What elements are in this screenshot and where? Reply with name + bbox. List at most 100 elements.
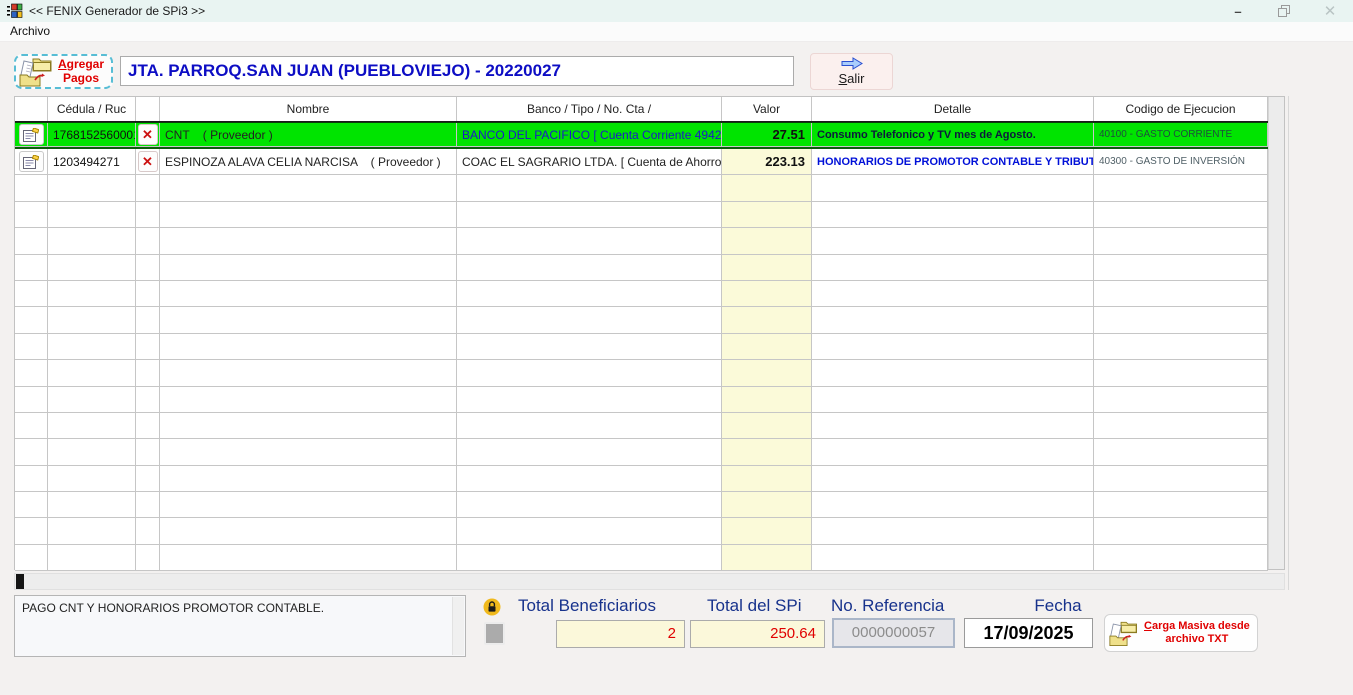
maximize-button[interactable] — [1261, 0, 1307, 22]
valor-cell — [722, 545, 812, 571]
delete-row-button[interactable]: ✕ — [138, 151, 158, 172]
detalle-cell — [812, 175, 1094, 201]
valor-cell — [722, 492, 812, 518]
detalle-cell — [812, 466, 1094, 492]
cedula-cell — [48, 228, 136, 254]
banco-cell: BANCO DEL PACIFICO [ Cuenta Corriente 49… — [457, 123, 722, 147]
header-banco: Banco / Tipo / No. Cta / — [457, 97, 722, 121]
nombre-cell — [160, 545, 457, 571]
cedula-cell — [48, 281, 136, 307]
app-icon — [7, 3, 23, 19]
cedula-cell — [48, 439, 136, 465]
nombre-cell — [160, 439, 457, 465]
detalle-cell: Consumo Telefonico y TV mes de Agosto. — [812, 123, 1094, 147]
banco-cell — [457, 175, 722, 201]
empty-row[interactable] — [15, 413, 1268, 439]
referencia-field: 0000000057 — [832, 618, 955, 648]
nombre-cell — [160, 255, 457, 281]
empty-row[interactable] — [15, 387, 1268, 413]
cedula-cell — [48, 387, 136, 413]
edit-row-button[interactable] — [19, 151, 44, 172]
header-codigo: Codigo de Ejecucion — [1094, 97, 1268, 121]
carga-masiva-button[interactable]: Carga Masiva desde archivo TXT — [1104, 614, 1258, 652]
codigo-cell — [1094, 466, 1268, 492]
codigo-cell — [1094, 228, 1268, 254]
cedula-cell: 1768152560001 — [48, 123, 136, 147]
nombre-cell — [160, 307, 457, 333]
menu-archivo[interactable]: Archivo — [0, 22, 60, 40]
carga-masiva-label: Carga Masiva desde archivo TXT — [1144, 620, 1250, 646]
valor-cell — [722, 228, 812, 254]
empty-row[interactable] — [15, 545, 1268, 571]
cedula-cell — [48, 466, 136, 492]
banco-cell — [457, 413, 722, 439]
delete-row-button[interactable]: ✕ — [138, 124, 158, 145]
valor-cell — [722, 175, 812, 201]
minimize-button[interactable]: – — [1215, 0, 1261, 22]
close-button[interactable]: ✕ — [1307, 0, 1353, 22]
detalle-cell — [812, 387, 1094, 413]
cedula-cell — [48, 307, 136, 333]
empty-row[interactable] — [15, 255, 1268, 281]
empty-row[interactable] — [15, 228, 1268, 254]
empty-row[interactable] — [15, 334, 1268, 360]
fecha-field[interactable]: 17/09/2025 — [964, 618, 1093, 648]
banco-cell — [457, 518, 722, 544]
detalle-cell — [812, 492, 1094, 518]
edit-form-icon — [23, 155, 39, 169]
title-bar: << FENIX Generador de SPi3 >> – ✕ — [0, 0, 1353, 22]
empty-row[interactable] — [15, 466, 1268, 492]
agregar-pagos-button[interactable]: Agregar Pagos — [14, 54, 113, 89]
observacion-textarea[interactable]: PAGO CNT Y HONORARIOS PROMOTOR CONTABLE. — [14, 595, 466, 657]
panel-edge-line — [1288, 96, 1289, 590]
horizontal-scrollbar-thumb[interactable] — [16, 574, 24, 589]
empty-row[interactable] — [15, 202, 1268, 228]
agregar-pagos-label: Agregar Pagos — [58, 58, 104, 84]
header-cedula: Cédula / Ruc — [48, 97, 136, 121]
detalle-cell — [812, 545, 1094, 571]
horizontal-scrollbar[interactable] — [14, 573, 1285, 590]
empty-row[interactable] — [15, 439, 1268, 465]
payments-grid: Cédula / Ruc Nombre Banco / Tipo / No. C… — [14, 96, 1285, 570]
valor-cell — [722, 255, 812, 281]
cedula-cell — [48, 492, 136, 518]
salir-button[interactable]: Salir — [810, 53, 893, 90]
edit-row-button[interactable] — [19, 124, 44, 145]
observacion-text: PAGO CNT Y HONORARIOS PROMOTOR CONTABLE. — [22, 601, 324, 615]
referencia-label: No. Referencia — [831, 596, 944, 616]
payment-row[interactable]: 1768152560001✕CNT ( Proveedor )BANCO DEL… — [15, 122, 1268, 149]
cedula-cell — [48, 255, 136, 281]
observacion-scrollbar[interactable] — [452, 597, 464, 655]
empty-row[interactable] — [15, 175, 1268, 201]
banco-cell — [457, 360, 722, 386]
detalle-cell — [812, 307, 1094, 333]
payment-row[interactable]: 1203494271✕ESPINOZA ALAVA CELIA NARCISA … — [15, 149, 1268, 175]
empty-row[interactable] — [15, 307, 1268, 333]
document-title-field[interactable]: JTA. PARROQ.SAN JUAN (PUEBLOVIEJO) - 202… — [120, 56, 794, 86]
nombre-cell — [160, 281, 457, 307]
empty-row[interactable] — [15, 492, 1268, 518]
detalle-cell — [812, 202, 1094, 228]
banco-cell — [457, 439, 722, 465]
lock-icon — [483, 598, 501, 621]
valor-cell — [722, 413, 812, 439]
detalle-cell — [812, 228, 1094, 254]
valor-cell: 223.13 — [722, 149, 812, 175]
maximize-icon — [1278, 5, 1290, 17]
exit-arrow-icon — [840, 57, 864, 70]
vertical-scrollbar[interactable] — [1268, 97, 1284, 569]
codigo-cell — [1094, 334, 1268, 360]
empty-row[interactable] — [15, 281, 1268, 307]
header-detalle: Detalle — [812, 97, 1094, 121]
valor-cell — [722, 360, 812, 386]
nombre-cell — [160, 413, 457, 439]
banco-cell — [457, 228, 722, 254]
color-indicator-button[interactable] — [484, 622, 505, 645]
codigo-cell — [1094, 413, 1268, 439]
codigo-cell — [1094, 387, 1268, 413]
empty-row[interactable] — [15, 518, 1268, 544]
empty-row[interactable] — [15, 360, 1268, 386]
detalle-cell — [812, 439, 1094, 465]
codigo-cell — [1094, 439, 1268, 465]
detalle-cell — [812, 334, 1094, 360]
